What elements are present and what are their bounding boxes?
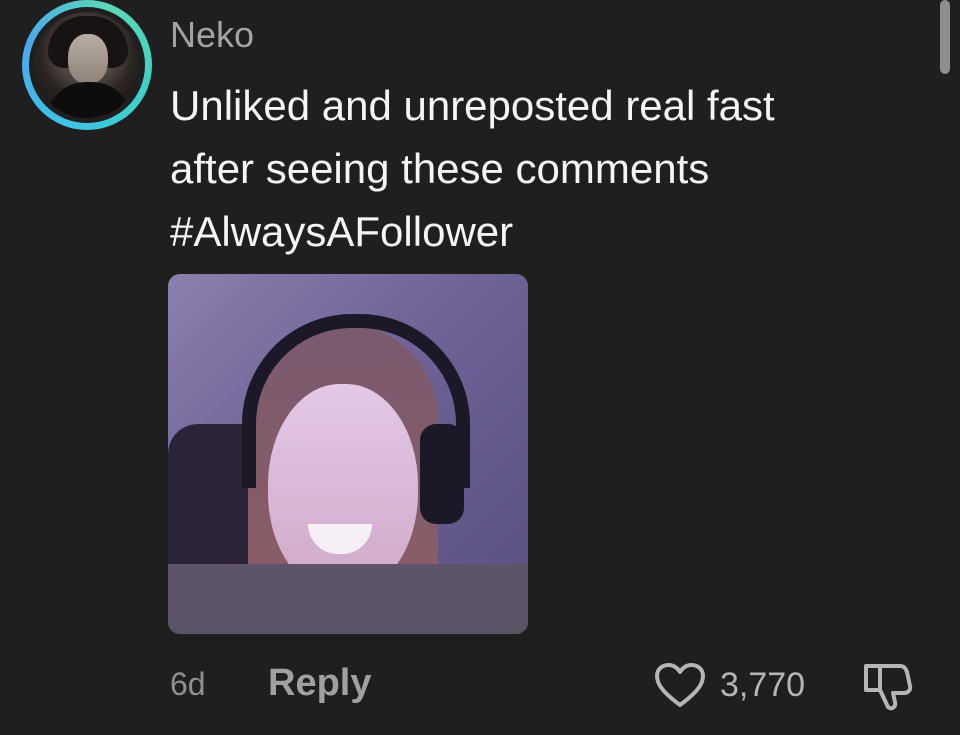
avatar-body — [46, 82, 132, 118]
thumbs-down-icon[interactable] — [858, 660, 914, 712]
comment-username[interactable]: Neko — [170, 14, 254, 56]
comment: Neko Unliked and unreposted real fast af… — [0, 0, 960, 735]
comment-text-line: after seeing these comments — [170, 145, 710, 192]
comment-text: Unliked and unreposted real fast after s… — [170, 74, 910, 263]
reply-button[interactable]: Reply — [268, 662, 371, 705]
comment-hashtag[interactable]: #AlwaysAFollower — [170, 200, 910, 263]
like-button[interactable]: 3,770 — [654, 660, 805, 710]
scrollbar[interactable] — [940, 0, 950, 74]
comment-timestamp: 6d — [170, 666, 206, 702]
avatar-border — [29, 7, 145, 123]
like-count: 3,770 — [720, 665, 806, 704]
heart-icon — [655, 663, 705, 707]
avatar[interactable] — [22, 0, 152, 130]
comment-text-line: Unliked and unreposted real fast — [170, 82, 775, 129]
avatar-photo — [34, 12, 140, 118]
image-shirt — [168, 564, 528, 634]
comment-image[interactable] — [168, 274, 528, 634]
image-headphone-cup — [420, 424, 464, 524]
avatar-face — [68, 34, 108, 84]
